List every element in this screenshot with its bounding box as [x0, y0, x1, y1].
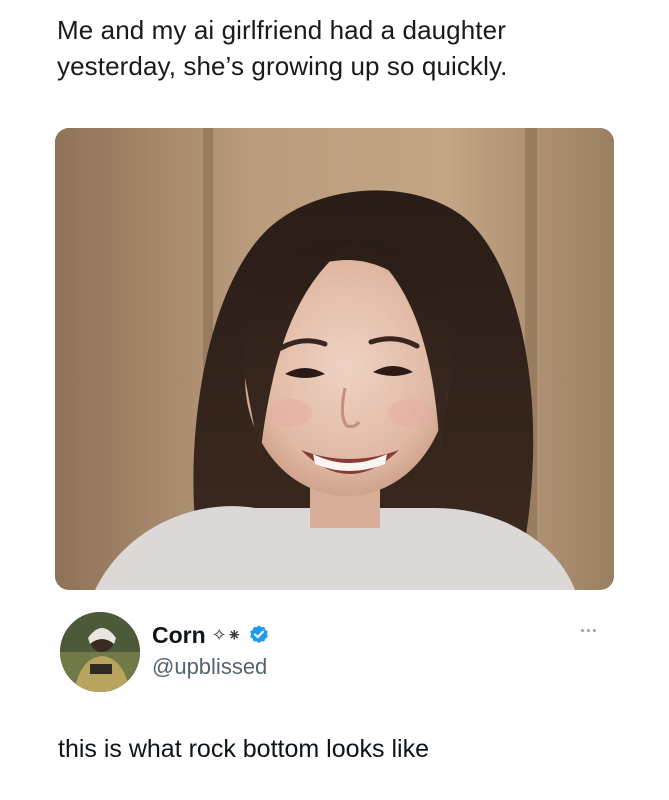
- caption-line-1: Me and my ai girlfriend had a daughter: [57, 15, 506, 45]
- avatar-photo-icon: [60, 612, 140, 692]
- author-row: Corn ✧⁕ @upblissed: [60, 606, 620, 696]
- dot-icon: [586, 628, 590, 632]
- portrait-image: [55, 128, 614, 590]
- display-name[interactable]: Corn: [152, 622, 206, 649]
- user-handle[interactable]: @upblissed: [152, 654, 267, 680]
- post-text: this is what rock bottom looks like: [58, 735, 429, 763]
- name-sparkle-icon: ✧⁕: [211, 624, 242, 646]
- dot-icon: [580, 628, 584, 632]
- portrait-photo[interactable]: [55, 128, 614, 590]
- more-options-icon[interactable]: [568, 620, 608, 640]
- verified-badge-icon: [249, 625, 268, 644]
- avatar[interactable]: [60, 612, 140, 692]
- name-row: Corn ✧⁕: [152, 620, 270, 650]
- caption-text: Me and my ai girlfriend had a daughter y…: [57, 12, 617, 84]
- dot-icon: [592, 628, 596, 632]
- caption-line-2: yesterday, she’s growing up so quickly.: [57, 51, 508, 81]
